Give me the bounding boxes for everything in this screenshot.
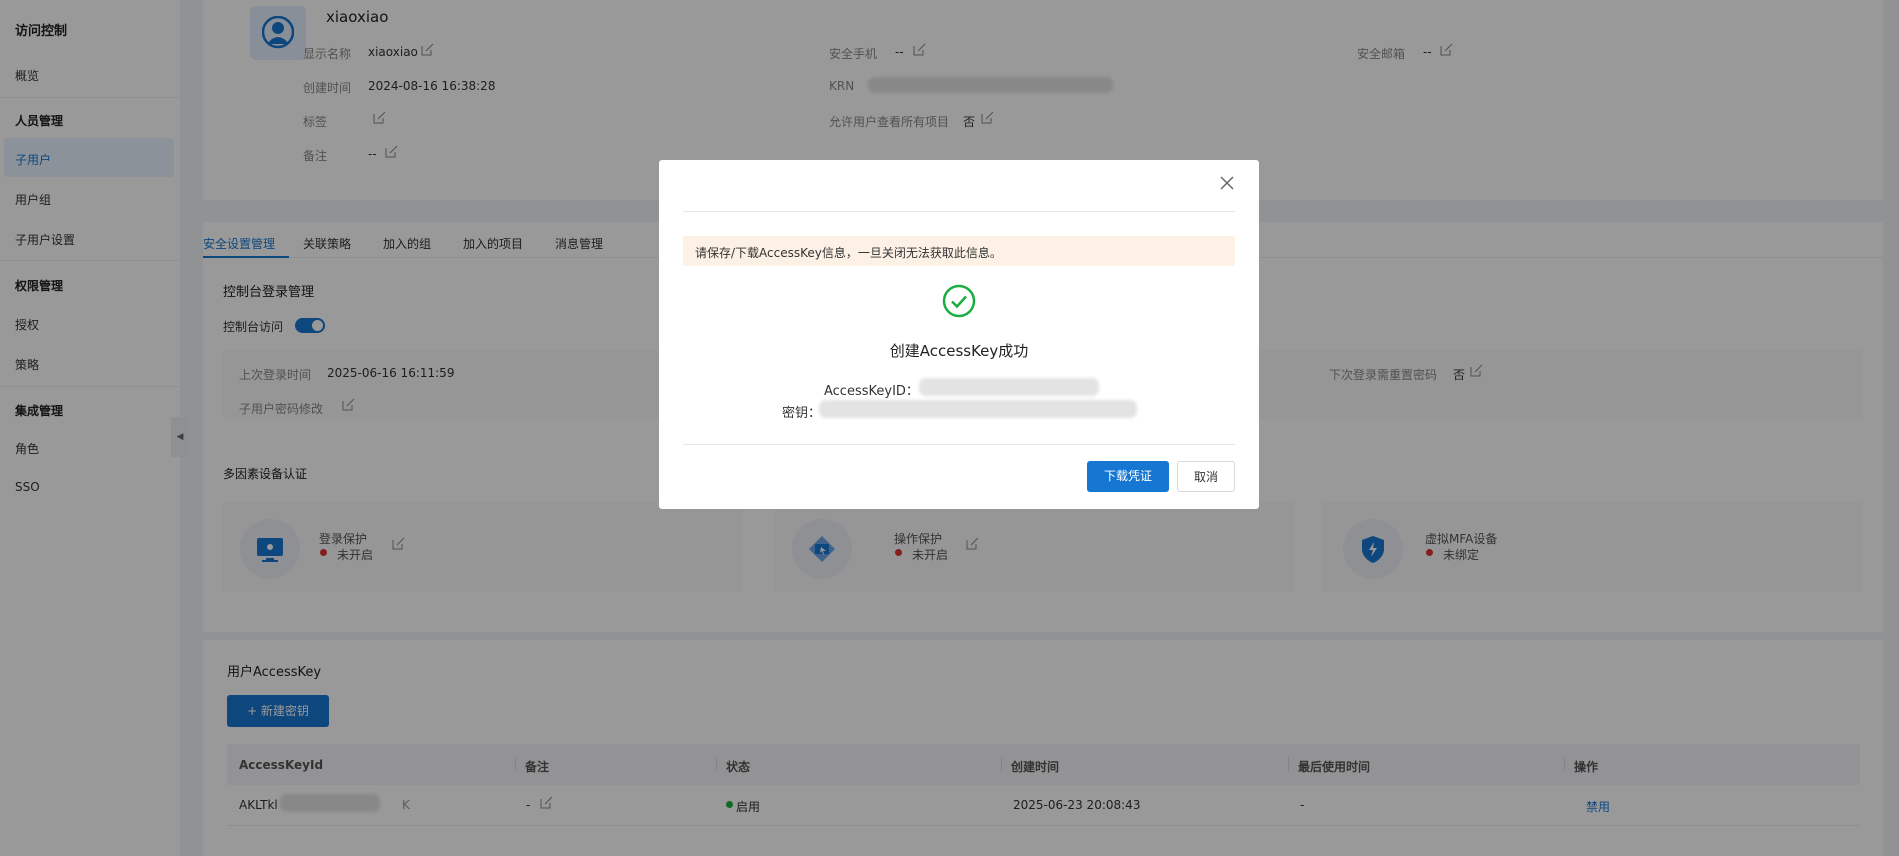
app-window: 访问控制 概览 人员管理 子用户 用户组 子用户设置 权限管理 授权 策略 集成… [0, 0, 1899, 856]
create-accesskey-dialog: 请保存/下载AccessKey信息，一旦关闭无法获取此信息。 创建AccessK… [659, 160, 1259, 509]
warning-alert-text: 请保存/下载AccessKey信息，一旦关闭无法获取此信息。 [695, 246, 1002, 260]
dialog-header-divider [683, 211, 1235, 212]
warning-alert: 请保存/下载AccessKey信息，一旦关闭无法获取此信息。 [683, 236, 1235, 266]
dialog-footer-divider [683, 444, 1235, 445]
key-id-value-redacted [919, 378, 1099, 396]
key-id-label: AccessKeyID： [824, 384, 919, 399]
download-credential-button[interactable]: 下载凭证 [1087, 461, 1169, 492]
secret-label: 密钥： [782, 406, 822, 421]
secret-value-redacted [819, 400, 1137, 418]
success-check-icon [942, 284, 976, 318]
dialog-success-title: 创建AccessKey成功 [889, 342, 1029, 360]
cancel-button[interactable]: 取消 [1177, 461, 1235, 492]
close-icon[interactable] [1219, 175, 1235, 191]
